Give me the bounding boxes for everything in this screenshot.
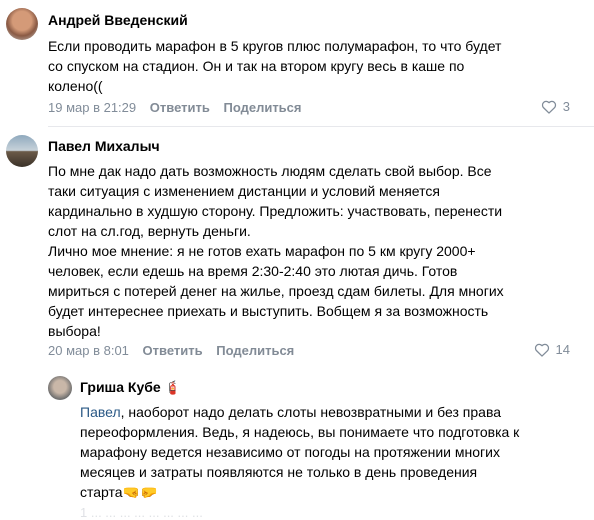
comment-item: Павел Михалыч По мне дак надо дать возмо… xyxy=(0,127,594,367)
fist-bump-emoji: 🤜🤛 xyxy=(122,484,158,500)
like-button[interactable]: 14 xyxy=(534,342,570,357)
comment-text: Если проводить марафон в 5 кругов плюс п… xyxy=(48,38,502,94)
comment-item: Андрей Введенский Если проводить марафон… xyxy=(0,0,594,126)
share-button[interactable]: Поделиться xyxy=(216,343,294,358)
heart-outline-icon xyxy=(541,100,556,114)
comment-time[interactable]: 20 мар в 8:01 xyxy=(48,343,129,358)
like-button[interactable]: 3 xyxy=(541,99,570,114)
reply-button[interactable]: Ответить xyxy=(150,100,210,115)
like-count: 3 xyxy=(562,99,570,114)
comment-author[interactable]: Андрей Введенский xyxy=(48,12,188,28)
reply-author[interactable]: Гриша Кубе 🧯 xyxy=(80,379,181,396)
comment-time[interactable]: 19 мар в 21:29 xyxy=(48,100,136,115)
avatar[interactable] xyxy=(6,8,38,40)
mention-link[interactable]: Павел xyxy=(80,404,121,420)
like-count: 14 xyxy=(555,342,570,357)
comment-author[interactable]: Павел Михалыч xyxy=(48,138,160,154)
comment-meta: 20 мар в 8:01 Ответить Поделиться xyxy=(48,343,294,358)
reply-text: Павел, наоборот надо делать слоты невозв… xyxy=(80,404,520,500)
share-button[interactable]: Поделиться xyxy=(223,100,301,115)
avatar[interactable] xyxy=(48,376,72,400)
reply-meta: 1 ... ... ... ... ... ... ... ... xyxy=(80,505,203,520)
fire-extinguisher-icon: 🧯 xyxy=(164,380,181,395)
reply-item: Гриша Кубе 🧯 Павел, наоборот надо делать… xyxy=(0,367,594,520)
reply-button[interactable]: Ответить xyxy=(143,343,203,358)
heart-outline-icon xyxy=(534,343,549,357)
comment-meta: 19 мар в 21:29 Ответить Поделиться xyxy=(48,100,302,115)
avatar[interactable] xyxy=(6,135,38,167)
comment-text: По мне дак надо дать возможность людям с… xyxy=(48,163,504,339)
